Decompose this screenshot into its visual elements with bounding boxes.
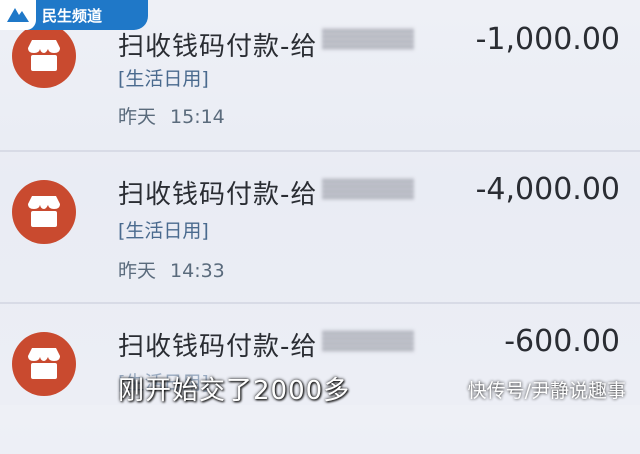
channel-logo: 民生频道 [0,0,148,30]
transaction-category: [生活日用] [118,220,209,242]
transaction-time: 昨天 14:33 [118,256,225,283]
video-subtitle: 刚开始交了2000多 [118,376,351,406]
transaction-category: [生活日用] [118,68,209,90]
shop-icon [12,332,76,396]
transaction-day: 昨天 [118,106,157,128]
transaction-time: 昨天 15:14 [118,102,225,129]
watermark: 快传号/尹静说趣事 [467,380,626,402]
transaction-amount: -600.00 [504,324,620,359]
transaction-clock: 14:33 [170,260,225,282]
redacted-recipient [322,330,414,352]
redacted-recipient [322,28,414,50]
transaction-amount: -4,000.00 [475,172,620,207]
shop-icon [12,180,76,244]
transaction-title: 扫收钱码付款-给 [118,332,318,362]
transaction-amount: -1,000.00 [475,22,620,57]
transaction-row[interactable]: 扫收钱码付款-给 -4,000.00 [生活日用] 昨天 14:33 [0,152,640,302]
transaction-day: 昨天 [118,260,157,282]
channel-badge-icon [0,0,36,30]
channel-logo-text: 民生频道 [42,6,103,25]
transaction-title: 扫收钱码付款-给 [118,32,318,62]
redacted-recipient [322,178,414,200]
shop-icon [12,24,76,88]
transaction-clock: 15:14 [170,106,225,128]
transaction-title: 扫收钱码付款-给 [118,180,318,210]
